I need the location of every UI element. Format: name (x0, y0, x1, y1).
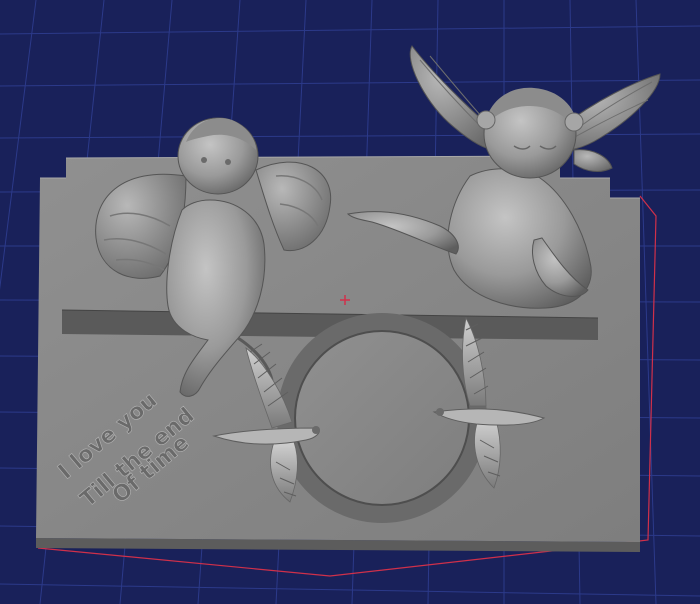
3d-viewport[interactable]: I love you Till the end Of time (0, 0, 700, 604)
viewport-canvas: I love you Till the end Of time (0, 0, 700, 604)
